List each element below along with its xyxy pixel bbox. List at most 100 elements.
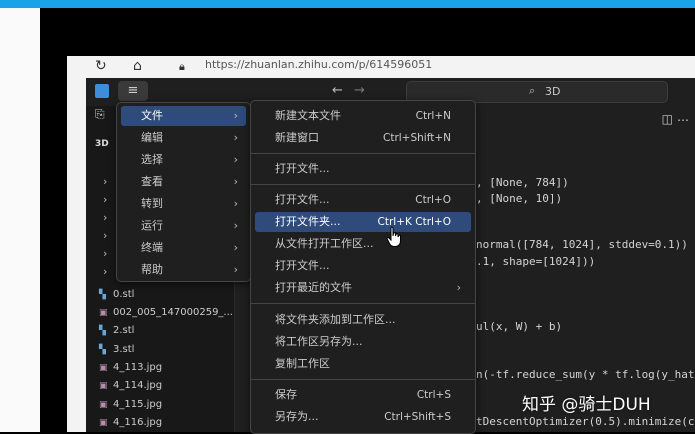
file-name: 4_114.jpg (113, 380, 163, 391)
file-name: 4_116.jpg (113, 417, 163, 428)
file-name: 0.stl (113, 289, 135, 300)
menu-open-file-3[interactable]: 打开文件... (255, 256, 471, 276)
code-line: .1, shape=[1024])) (476, 255, 596, 268)
menu-add-folder-to-workspace[interactable]: 将文件夹添加到工作区... (255, 310, 471, 330)
menu-label: 保存 (275, 388, 297, 401)
image-file-icon: ▣ (99, 381, 108, 391)
chevron-right-icon: › (233, 197, 238, 210)
menu-duplicate-workspace[interactable]: 复制工作区 (255, 354, 471, 374)
more-actions-icon[interactable]: … (677, 110, 689, 124)
file-item[interactable]: ▣ 4_116.jpg (99, 414, 162, 432)
chevron-right-icon: › (233, 219, 238, 232)
file-item[interactable]: ▚ 2.stl (99, 322, 134, 340)
menu-item-help[interactable]: 帮助 › (121, 260, 246, 280)
menu-label: 帮助 (141, 263, 163, 276)
menu-label: 编辑 (141, 131, 163, 144)
menu-label: 打开文件... (275, 162, 330, 175)
menu-label: 复制工作区 (275, 357, 330, 370)
menu-label: 打开最近的文件 (275, 281, 352, 294)
code-line: n(-tf.reduce_sum(y * tf.log(y_hat) (476, 368, 695, 381)
image-file-icon: ▣ (99, 308, 108, 318)
menu-label: 将工作区另存为... (275, 335, 363, 348)
refresh-icon[interactable]: ↻ (95, 58, 107, 74)
code-line: , [None, 10]) (476, 192, 563, 205)
menu-save-as[interactable]: 另存为... Ctrl+Shift+S (255, 407, 471, 427)
chevron-right-icon: › (233, 241, 238, 254)
code-line: ul(x, W) + b) (476, 320, 563, 333)
file-item[interactable]: ▣ 4_114.jpg (99, 377, 162, 395)
menu-separator (251, 303, 475, 304)
chevron-right-icon: › (233, 131, 238, 144)
menu-open-file-2[interactable]: 打开文件... Ctrl+O (255, 190, 471, 210)
menu-item-file[interactable]: 文件 › (121, 106, 246, 126)
menu-label: 终端 (141, 241, 163, 254)
menu-label: 将文件夹添加到工作区... (275, 313, 396, 326)
menu-separator (251, 184, 475, 185)
menu-save[interactable]: 保存 Ctrl+S (255, 385, 471, 405)
menu-item-selection[interactable]: 选择 › (121, 150, 246, 170)
lock-icon[interactable]: 🔒︎ (179, 60, 185, 74)
hamburger-menu-icon[interactable]: ≡ (118, 81, 148, 101)
chevron-right-icon: › (456, 281, 461, 294)
folder-chevron-icon[interactable]: › (103, 229, 107, 242)
menu-new-text-file[interactable]: 新建文本文件 Ctrl+N (255, 106, 471, 126)
menu-shortcut: Ctrl+N (415, 110, 451, 122)
image-file-icon: ▣ (99, 363, 108, 373)
menu-item-view[interactable]: 查看 › (121, 172, 246, 192)
menu-separator (251, 153, 475, 154)
file-name: 002_005_147000259_... (113, 307, 233, 318)
menu-save-workspace-as[interactable]: 将工作区另存为... (255, 332, 471, 352)
file-item[interactable]: ▣ 4_115.jpg (99, 396, 162, 414)
folder-chevron-icon[interactable]: › (103, 193, 107, 206)
split-editor-icon[interactable]: ◫ (662, 112, 673, 126)
menu-item-terminal[interactable]: 终端 › (121, 238, 246, 258)
menu-label: 另存为... (275, 410, 319, 423)
menu-shortcut: Ctrl+S (416, 389, 451, 401)
menu-new-window[interactable]: 新建窗口 Ctrl+Shift+N (255, 128, 471, 148)
menu-open-folder[interactable]: 打开文件夹... Ctrl+K Ctrl+O (255, 212, 471, 232)
folder-chevron-icon[interactable]: › (103, 265, 107, 278)
image-file-icon: ▣ (99, 400, 108, 410)
code-line: tDescentOptimizer(0.5).minimize(cr (476, 415, 695, 428)
menu-open-workspace[interactable]: 从文件打开工作区... (255, 234, 471, 254)
file-name: 4_113.jpg (113, 362, 163, 373)
folder-chevron-icon[interactable]: › (103, 175, 107, 188)
menu-label: 从文件打开工作区... (275, 237, 374, 250)
file-item[interactable]: ▚ 0.stl (99, 286, 134, 304)
menu-label: 新建窗口 (275, 131, 319, 144)
forward-arrow-icon[interactable]: → (354, 83, 365, 98)
file-submenu: 新建文本文件 Ctrl+N 新建窗口 Ctrl+Shift+N 打开文件... 打开… (250, 100, 476, 434)
back-arrow-icon[interactable]: ← (332, 83, 343, 98)
code-editor[interactable]: ◫ … (474, 106, 695, 432)
home-icon[interactable]: ⌂ (133, 58, 142, 74)
menu-label: 打开文件夹... (275, 215, 341, 228)
file-item[interactable]: ▣ 4_113.jpg (99, 359, 162, 377)
menu-item-go[interactable]: 转到 › (121, 194, 246, 214)
menu-shortcut: Ctrl+Shift+N (383, 132, 451, 144)
chevron-right-icon: › (233, 175, 238, 188)
menu-label: 打开文件... (275, 193, 330, 206)
copy-icon[interactable]: ⎘ (95, 107, 105, 122)
file-name: 2.stl (113, 325, 135, 336)
explorer-root-label: 3D (95, 139, 109, 149)
stl-file-icon: ▚ (99, 290, 106, 300)
folder-chevron-icon[interactable]: › (103, 211, 107, 224)
top-accent-bar (0, 0, 695, 8)
address-bar-url[interactable]: https://zhuanlan.zhihu.com/p/614596051 (205, 58, 432, 71)
menu-item-run[interactable]: 运行 › (121, 216, 246, 236)
desktop-background (0, 8, 40, 432)
folder-chevron-icon[interactable]: › (103, 247, 107, 260)
menu-label: 运行 (141, 219, 163, 232)
menu-open-file[interactable]: 打开文件... (255, 159, 471, 179)
menu-open-recent[interactable]: 打开最近的文件 › (255, 278, 471, 298)
file-item[interactable]: ▚ 3.stl (99, 341, 134, 359)
browser-side-strip (67, 78, 86, 432)
menu-label: 查看 (141, 175, 163, 188)
menu-label: 新建文本文件 (275, 109, 341, 122)
dark-backdrop (40, 8, 695, 56)
file-item[interactable]: ▣ 002_005_147000259_... (99, 304, 233, 322)
menu-item-edit[interactable]: 编辑 › (121, 128, 246, 148)
menu-separator (251, 379, 475, 380)
chevron-right-icon: › (233, 263, 238, 276)
stl-file-icon: ▚ (99, 326, 106, 336)
